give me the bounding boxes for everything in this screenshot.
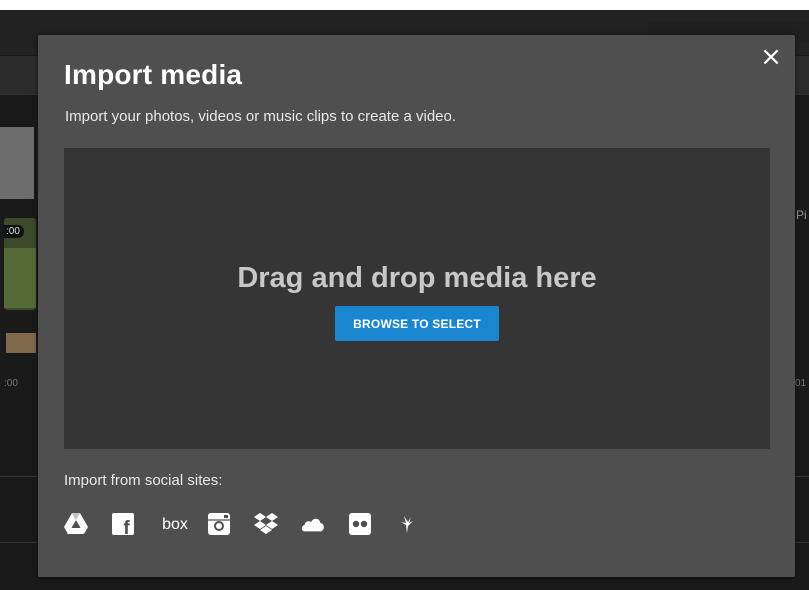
google-drive-icon[interactable] — [64, 512, 88, 536]
browse-to-select-button[interactable]: BROWSE TO SELECT — [335, 306, 499, 341]
box-icon[interactable]: box — [158, 512, 192, 536]
app-side-text: Pi — [796, 208, 807, 222]
svg-text:f: f — [123, 518, 130, 535]
app-thumbnail — [0, 127, 34, 199]
facebook-icon[interactable]: f — [111, 512, 135, 536]
dialog-subtitle: Import your photos, videos or music clip… — [65, 108, 457, 125]
app-timestamp-left: :00 — [4, 378, 18, 389]
close-icon[interactable]: × — [759, 43, 783, 71]
flickr-icon[interactable] — [348, 512, 372, 536]
onedrive-icon[interactable] — [301, 512, 325, 536]
svg-text:box: box — [162, 516, 188, 533]
media-dropzone[interactable]: Drag and drop media here BROWSE TO SELEC… — [64, 148, 770, 449]
dropbox-icon[interactable] — [254, 512, 278, 536]
social-import-label: Import from social sites: — [64, 472, 223, 489]
dialog-title: Import media — [64, 59, 243, 90]
social-import-sources: f box — [64, 511, 442, 537]
bird-icon[interactable] — [395, 512, 419, 536]
app-clip-thumbnail — [6, 333, 36, 353]
instagram-icon[interactable] — [207, 512, 231, 536]
app-timestamp-right: 01 — [795, 378, 807, 389]
import-media-dialog: × Import media Import your photos, video… — [38, 35, 795, 577]
dropzone-text: Drag and drop media here — [237, 262, 597, 294]
app-video-duration: :00 — [4, 225, 24, 238]
